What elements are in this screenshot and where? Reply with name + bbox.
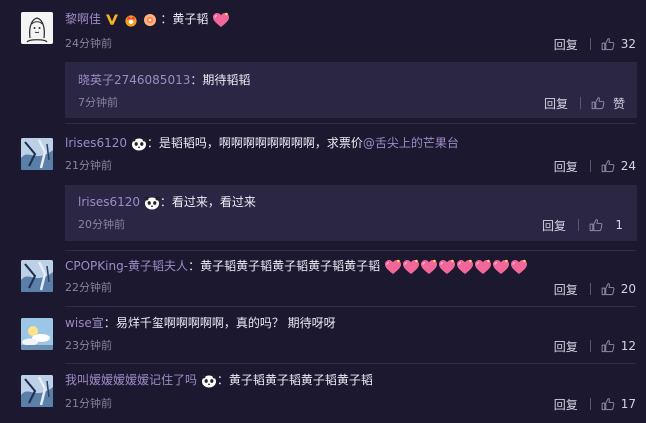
username-link[interactable]: wise宣 [65,316,104,330]
panda-emoji-icon [144,196,160,210]
comment-text: 黄子韬黄子韬黄子韬黄子韬 [228,373,373,387]
username-link[interactable]: CPOPKing-黄子韬夫人 [65,259,188,273]
heart-emoji-icon [492,259,510,275]
avatar[interactable] [21,138,53,170]
vip-v-icon [105,14,118,25]
panda-emoji-icon [131,137,147,151]
sub-reply-actions: 回复 1 [542,216,623,234]
username-link[interactable]: 黎啊佳 [65,12,101,26]
like-count: 24 [620,159,636,173]
comment-text: 黄子韬 [172,12,209,26]
reply-button[interactable]: 回复 [554,158,578,175]
avatar[interactable] [21,318,53,350]
thumbs-up-icon[interactable] [601,397,615,411]
heart-emoji-icon [510,259,528,275]
comment-line: wise宣：易烊千玺啊啊啊啊啊，真的吗？ 期待呀呀 [65,316,336,330]
sub-reply-line: lrises6120 ：看过来，看过来 [78,195,256,210]
mention-link[interactable]: @舌尖上的芒果台 [363,136,459,150]
timestamp: 21分钟前 [65,159,112,172]
heart-emoji-row [384,259,528,273]
comment-item: lrises6120 ：是韬韬吗，啊啊啊啊啊啊啊啊，求票价@舌尖上的芒果台 21… [0,125,646,250]
action-separator [589,340,591,352]
reply-button[interactable]: 回复 [542,217,566,234]
comment-actions: 回复 17 [554,395,636,413]
timestamp: 21分钟前 [65,397,112,410]
timestamp: 24分钟前 [65,37,112,50]
action-separator [589,160,591,172]
thumbs-up-icon[interactable] [601,37,615,51]
comment-actions: 回复 24 [554,157,636,175]
reply-button[interactable]: 回复 [554,281,578,298]
heart-emoji-icon [456,259,474,275]
comment-text: 看过来，看过来 [171,195,256,209]
heart-emoji-icon [384,259,402,275]
thumbs-up-icon[interactable] [589,218,603,232]
thumbs-up-icon[interactable] [591,96,605,110]
like-count: 12 [620,339,636,353]
comment-text: 是韬韬吗，啊啊啊啊啊啊啊啊，求票价 [158,136,363,150]
comment-line: 黎啊佳 ：黄子韬 [65,10,230,28]
comment-item: wise宣：易烊千玺啊啊啊啊啊，真的吗？ 期待呀呀 23分钟前 回复 12 [0,306,646,362]
heart-emoji-icon [402,259,420,275]
comment-text: 易烊千玺啊啊啊啊啊，真的吗？ 期待呀呀 [115,316,336,330]
like-count: 32 [620,37,636,51]
comment-item: 黎啊佳 ：黄子韬 24分钟前 回复 32 晓英子2746085013：期待韬韬 … [0,0,646,126]
heart-emoji-icon [420,259,438,275]
comment-item: CPOPKing-黄子韬夫人：黄子韬黄子韬黄子韬黄子韬黄子韬 22分钟前 回复 … [0,250,646,306]
action-separator [578,219,579,231]
panda-emoji-icon [201,374,217,388]
heart-emoji-icon [474,259,492,275]
medal-badge-icon [143,13,156,26]
heart-emoji-icon [438,259,456,275]
comment-text: 期待韬韬 [202,73,251,87]
comment-actions: 回复 12 [554,337,636,355]
action-separator [589,38,591,50]
like-count: 20 [620,282,636,296]
avatar[interactable] [21,375,53,407]
username-link[interactable]: 我叫嫒嫒嫒嫒嫒记住了吗 [65,373,197,387]
timestamp: 7分钟前 [78,96,118,109]
comment-line: lrises6120 ：是韬韬吗，啊啊啊啊啊啊啊啊，求票价@舌尖上的芒果台 [65,136,459,151]
thumbs-up-icon[interactable] [601,159,615,173]
action-separator [589,283,591,295]
like-count: 17 [620,397,636,411]
sub-reply: 晓英子2746085013：期待韬韬 7分钟前 回复 赞 [65,62,637,118]
thumbs-up-icon[interactable] [601,339,615,353]
timestamp: 22分钟前 [65,281,112,294]
like-count: 1 [615,218,623,232]
divider [65,123,636,124]
sub-reply-line: 晓英子2746085013：期待韬韬 [78,73,251,87]
reply-button[interactable]: 回复 [554,396,578,413]
action-separator [580,97,581,109]
sub-reply-actions: 回复 赞 [544,94,625,112]
action-separator [589,398,591,410]
timestamp: 20分钟前 [78,218,125,231]
reply-button[interactable]: 回复 [554,338,578,355]
username-link[interactable]: lrises6120 [65,136,127,150]
thumbs-up-icon[interactable] [601,282,615,296]
reply-button[interactable]: 回复 [554,36,578,53]
avatar[interactable] [21,260,53,292]
sub-reply: lrises6120 ：看过来，看过来 20分钟前 回复 1 [65,185,637,241]
crown-badge-icon [125,14,137,27]
like-label: 赞 [612,96,625,111]
comment-line: 我叫嫒嫒嫒嫒嫒记住了吗 ：黄子韬黄子韬黄子韬黄子韬 [65,373,373,388]
comment-text: 黄子韬黄子韬黄子韬黄子韬黄子韬 [200,259,381,273]
comment-line: CPOPKing-黄子韬夫人：黄子韬黄子韬黄子韬黄子韬黄子韬 [65,257,528,275]
username-link[interactable]: 晓英子2746085013 [78,73,190,87]
username-link[interactable]: lrises6120 [78,195,140,209]
timestamp: 23分钟前 [65,339,112,352]
avatar[interactable] [21,12,53,44]
comment-item: 我叫嫒嫒嫒嫒嫒记住了吗 ：黄子韬黄子韬黄子韬黄子韬 21分钟前 回复 17 [0,363,646,423]
comment-actions: 回复 20 [554,280,636,298]
comment-actions: 回复 32 [554,35,636,53]
heart-emoji-icon [212,12,230,28]
reply-button[interactable]: 回复 [544,95,568,112]
